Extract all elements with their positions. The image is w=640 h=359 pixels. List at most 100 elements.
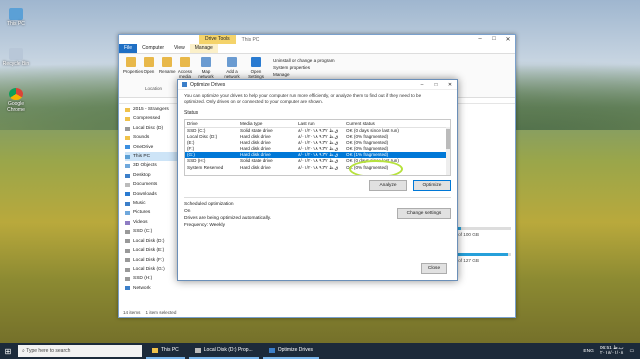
search-placeholder: Type here to search	[26, 348, 71, 354]
language-indicator[interactable]: ENG	[583, 349, 593, 354]
defrag-icon	[182, 82, 187, 87]
schedule-frequency: Frequency: Weekly	[184, 223, 225, 228]
maximize-button[interactable]: □	[487, 36, 501, 43]
optimize-button[interactable]: Optimize	[413, 180, 451, 191]
computer-icon	[125, 154, 130, 159]
table-scrollbar[interactable]	[446, 127, 450, 175]
cell-drive: System Reserved	[187, 164, 224, 170]
onedrive-icon	[125, 145, 130, 150]
optimize-drives-dialog: Optimize Drives – □ ✕ You can optimize y…	[177, 79, 458, 281]
taskbar-item-properties[interactable]: Local Disk (D:) Prop...	[188, 343, 259, 359]
item-count: 14 items	[123, 310, 141, 315]
dialog-intro: You can optimize your drives to help you…	[184, 93, 422, 104]
close-button[interactable]: ✕	[501, 36, 515, 43]
rename-button[interactable]: Rename	[159, 57, 176, 74]
clock[interactable]: 06:51 ب.ظ ۲۰۱۸/۰۱/۰۸	[600, 346, 624, 356]
properties-icon	[126, 57, 136, 67]
selection-count: 1 item selected	[145, 310, 177, 315]
schedule-state: On	[184, 209, 191, 214]
highlight-circle	[349, 160, 403, 175]
settings-icon	[251, 57, 261, 67]
system-properties-link[interactable]: System properties	[273, 64, 335, 71]
drives-table: Drive Media type Last run Current status…	[184, 119, 451, 176]
start-button[interactable]: ⊞	[0, 343, 16, 359]
explorer-titlebar: Drive Tools This PC – □ ✕	[119, 35, 515, 44]
documents-icon	[125, 182, 130, 187]
col-last-run[interactable]: Last run	[298, 120, 346, 127]
open-button[interactable]: Open	[141, 57, 157, 74]
explorer-title: This PC	[241, 36, 260, 43]
drive-icon	[125, 248, 130, 253]
folder-icon	[125, 117, 130, 122]
windows-icon: ⊞	[4, 346, 12, 356]
desktop-icon-this-pc[interactable]: This PC	[2, 8, 30, 27]
chrome-icon	[9, 88, 23, 100]
dialog-titlebar: Optimize Drives – □ ✕	[178, 80, 457, 90]
computer-icon	[9, 8, 23, 20]
defrag-icon	[268, 347, 275, 353]
open-settings-button[interactable]: Open Settings	[247, 57, 265, 79]
folder-icon	[125, 135, 130, 140]
col-current-status[interactable]: Current status	[346, 120, 450, 127]
capacity-text-2: free of 127 GB	[449, 258, 479, 263]
col-drive[interactable]: Drive	[185, 120, 240, 127]
desktop-icon	[125, 173, 130, 178]
col-media-type[interactable]: Media type	[240, 120, 298, 127]
folder-icon	[152, 347, 158, 353]
folder-icon	[125, 107, 130, 112]
desktop-icon-chrome[interactable]: Google Chrome	[2, 88, 30, 113]
status-bar: 14 items 1 item selected	[123, 310, 176, 315]
manage-link[interactable]: Manage	[273, 71, 335, 78]
rename-icon	[162, 57, 172, 67]
taskbar-item-this-pc[interactable]: This PC	[146, 343, 185, 359]
tab-computer[interactable]: Computer	[137, 44, 169, 53]
nav-item[interactable]: Network	[125, 284, 187, 293]
network-location-icon	[227, 57, 237, 67]
drive-tools-label: Drive Tools	[199, 35, 236, 44]
analyze-button[interactable]: Analyze	[369, 180, 407, 191]
capacity-bar-1	[449, 227, 511, 230]
drive-icon	[125, 229, 130, 234]
uninstall-program-link[interactable]: Uninstall or change a program	[273, 57, 335, 64]
dialog-maximize-button[interactable]: □	[429, 82, 443, 88]
open-icon	[144, 57, 154, 67]
taskbar: ⊞ ⌕ Type here to search This PC Local Di…	[0, 343, 640, 359]
table-header: Drive Media type Last run Current status	[185, 120, 450, 128]
drive-icon	[125, 239, 130, 244]
notification-icon[interactable]: ▭	[629, 349, 634, 354]
table-row[interactable]: System Reserved Hard disk drive ۸/۰۱/۲۰۱۸ …	[185, 165, 450, 171]
drive-icon	[194, 347, 201, 353]
ribbon-tabs: File Computer View Manage	[119, 44, 515, 54]
tab-view[interactable]: View	[169, 44, 190, 53]
drive-icon	[125, 267, 130, 272]
recycle-bin-icon	[9, 48, 23, 60]
drive-icon	[125, 126, 130, 131]
music-icon	[125, 201, 130, 206]
drive-icon	[125, 277, 130, 282]
tab-file[interactable]: File	[119, 44, 138, 53]
tab-manage[interactable]: Manage	[189, 44, 218, 53]
scheduled-section: Scheduled optimization On Drives are bei…	[184, 197, 451, 229]
desktop-icon-recycle-bin[interactable]: Recycle Bin	[2, 48, 30, 67]
pictures-icon	[125, 211, 130, 216]
properties-button[interactable]: Properties	[123, 57, 143, 74]
dialog-title: Optimize Drives	[190, 81, 226, 88]
change-settings-button[interactable]: Change settings	[397, 208, 451, 219]
dialog-close-icon[interactable]: ✕	[443, 82, 457, 88]
downloads-icon	[125, 192, 130, 197]
media-icon	[180, 57, 190, 67]
close-button[interactable]: Close	[421, 263, 447, 274]
system-group: Uninstall or change a program System pro…	[273, 57, 335, 78]
videos-icon	[125, 220, 130, 225]
minimize-button[interactable]: –	[473, 36, 487, 43]
system-tray: ENG 06:51 ب.ظ ۲۰۱۸/۰۱/۰۸ ▭	[583, 346, 640, 356]
schedule-description: Drives are being optimized automatically…	[184, 216, 272, 221]
dialog-minimize-button[interactable]: –	[415, 82, 429, 88]
search-box[interactable]: ⌕ Type here to search	[18, 345, 142, 357]
location-group-label: Location	[145, 86, 163, 91]
taskbar-item-optimize[interactable]: Optimize Drives	[262, 343, 319, 359]
status-section-label: Status	[184, 110, 199, 116]
access-media-button[interactable]: Access media	[177, 57, 193, 79]
cell-media: Hard disk drive	[240, 164, 271, 170]
cell-last-run: ۸/۰۱/۲۰۱۸ ۹:۳۲ ق.ظ	[298, 164, 339, 170]
